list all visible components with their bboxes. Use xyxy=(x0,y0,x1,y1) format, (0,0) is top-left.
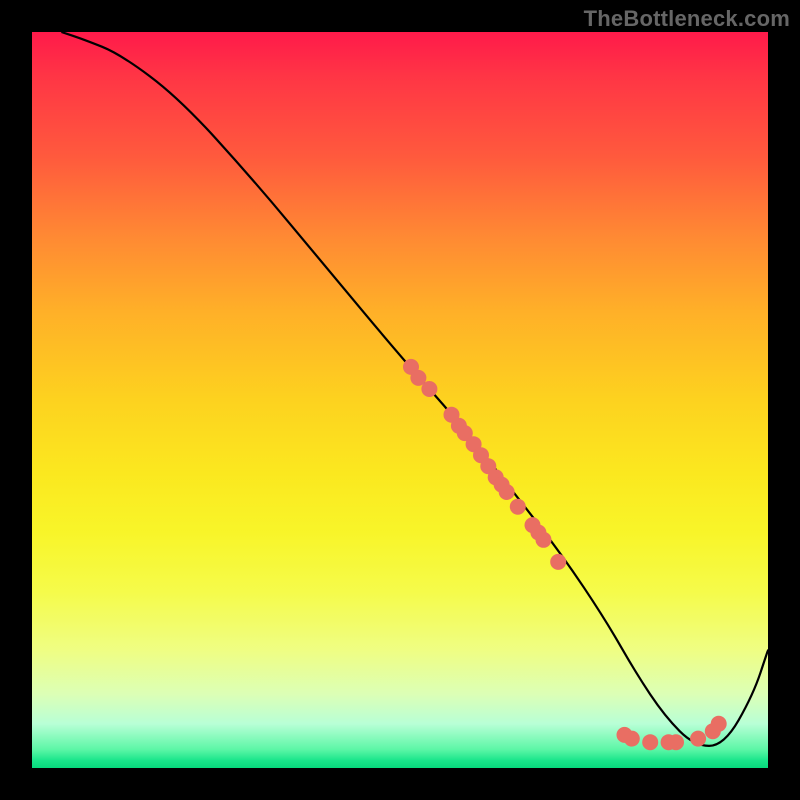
bottleneck-curve xyxy=(61,32,768,746)
data-dot xyxy=(624,731,640,747)
data-dot xyxy=(510,499,526,515)
data-dot xyxy=(668,734,684,750)
curve-layer xyxy=(32,32,768,768)
plot-area xyxy=(32,32,768,768)
data-dot xyxy=(421,381,437,397)
brand-watermark: TheBottleneck.com xyxy=(584,6,790,32)
data-dot xyxy=(499,484,515,500)
data-dot xyxy=(536,532,552,548)
data-dot xyxy=(642,734,658,750)
data-dot xyxy=(690,731,706,747)
data-dots xyxy=(403,359,727,750)
data-dot xyxy=(550,554,566,570)
data-dot xyxy=(711,716,727,732)
chart-container: TheBottleneck.com xyxy=(0,0,800,800)
